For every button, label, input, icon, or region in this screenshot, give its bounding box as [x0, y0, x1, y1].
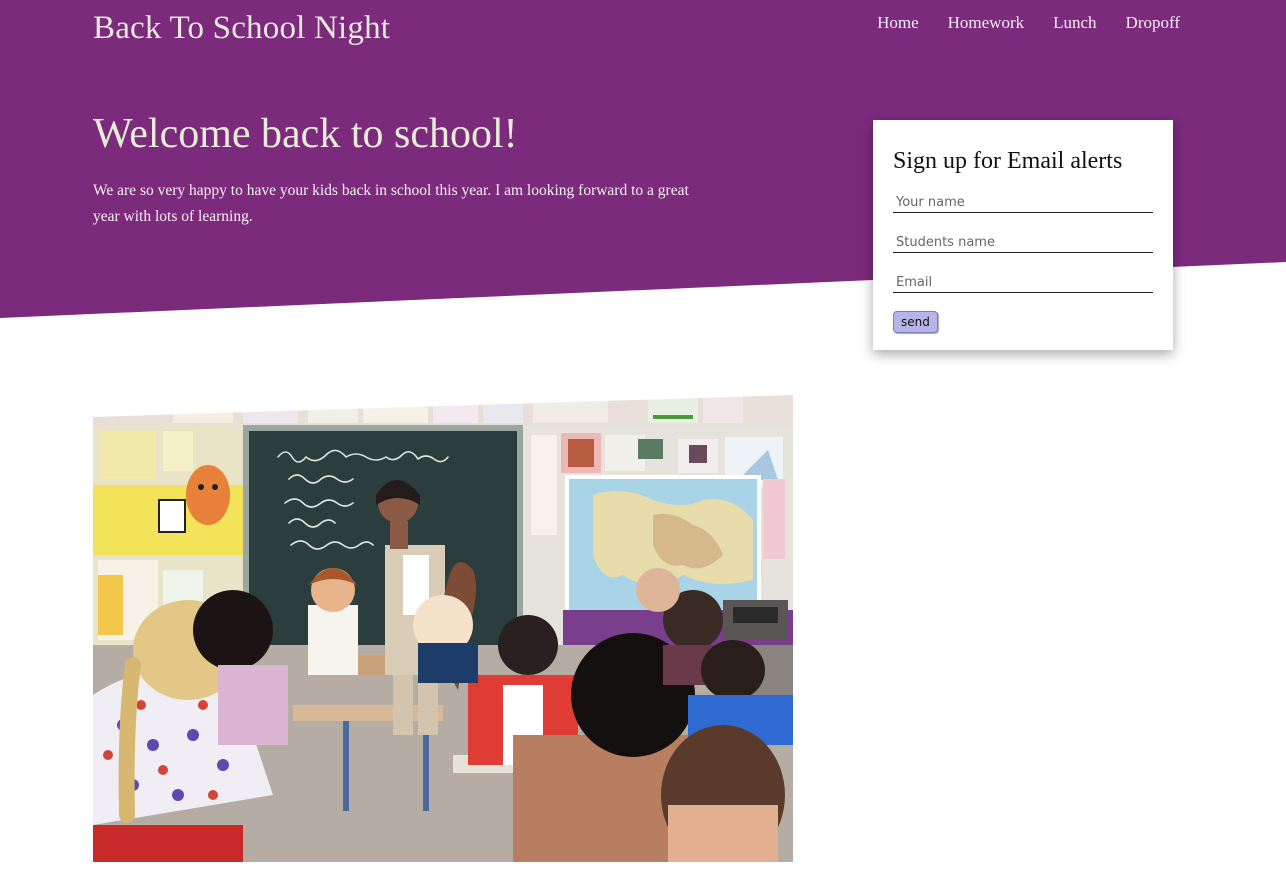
signup-title: Sign up for Email alerts — [893, 148, 1123, 174]
send-button[interactable]: send — [893, 311, 938, 333]
hero-intro: We are so very happy to have your kids b… — [93, 182, 689, 225]
hero-headline: Welcome back to school! — [93, 111, 518, 157]
nav-dropoff[interactable]: Dropoff — [1126, 13, 1180, 33]
students-name-input[interactable] — [893, 233, 1153, 253]
email-input[interactable] — [893, 273, 1153, 293]
site-title: Back To School Night — [93, 10, 391, 46]
email-signup-card: Sign up for Email alerts send — [873, 120, 1173, 350]
nav-lunch[interactable]: Lunch — [1053, 13, 1096, 33]
nav-homework[interactable]: Homework — [948, 13, 1024, 33]
main-nav: Home Homework Lunch Dropoff — [877, 13, 1180, 33]
nav-home[interactable]: Home — [877, 13, 919, 33]
your-name-input[interactable] — [893, 193, 1153, 213]
classroom-photo — [93, 395, 793, 862]
